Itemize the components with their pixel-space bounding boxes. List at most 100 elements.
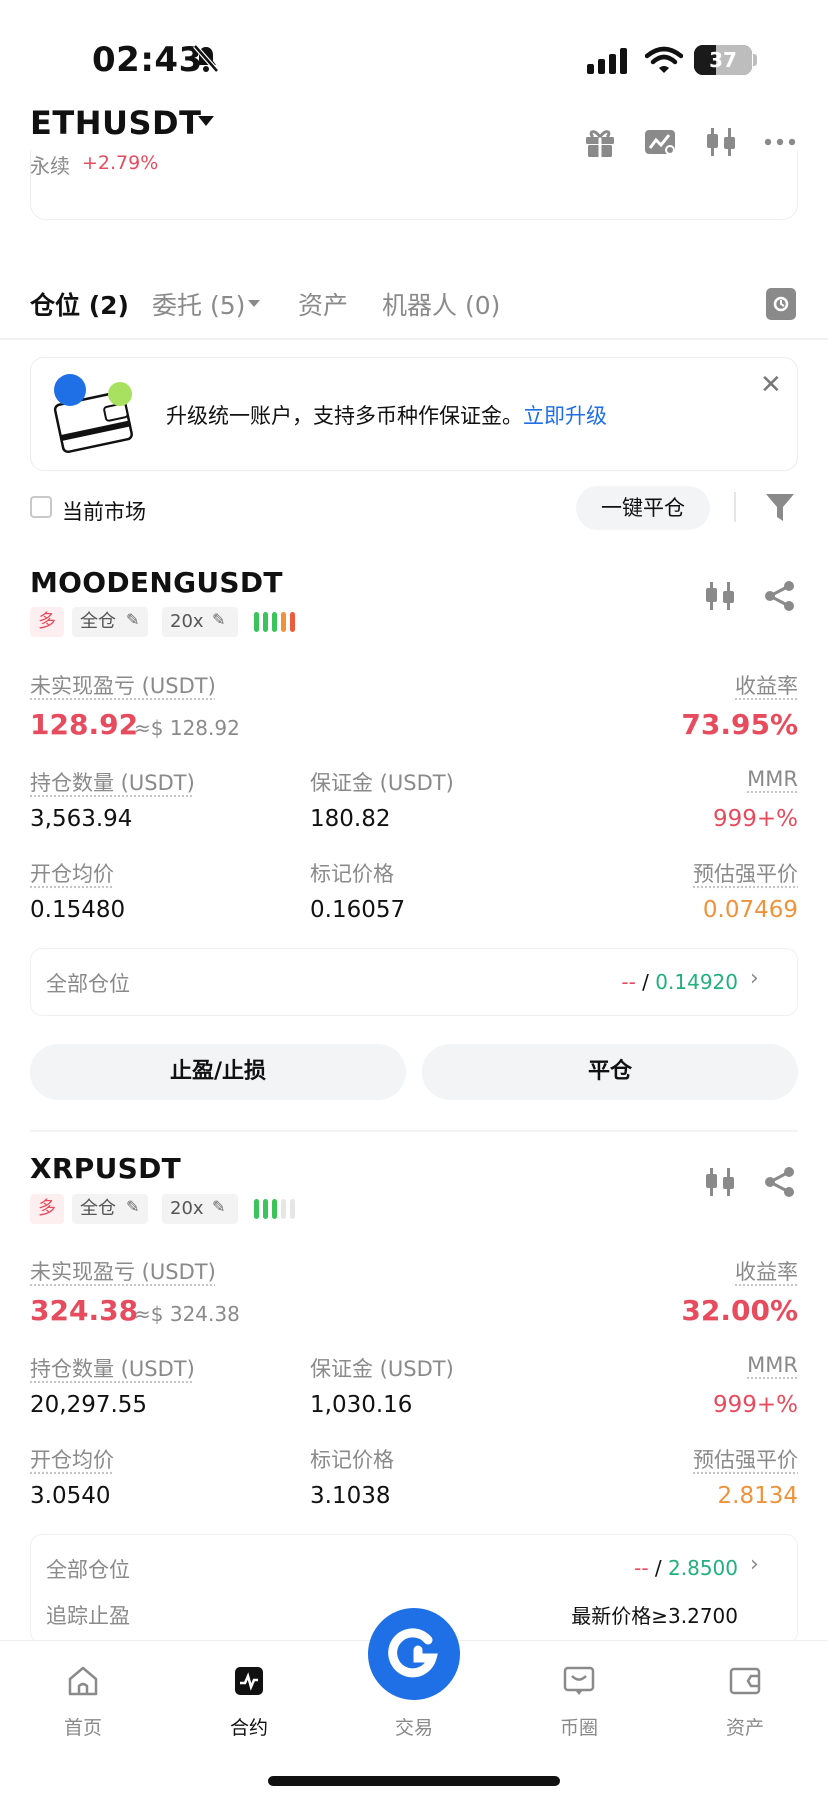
- candlestick-icon[interactable]: [703, 124, 739, 160]
- current-market-label: 当前市场: [62, 500, 146, 524]
- margin-mode-label: 全仓: [80, 1198, 116, 1219]
- more-icon[interactable]: [762, 124, 798, 160]
- side-tag: 多: [30, 607, 64, 637]
- tpsl-values: -- / 0.14920: [621, 970, 738, 994]
- risk-level-bars: [254, 612, 295, 632]
- risk-level-bars: [254, 1199, 295, 1219]
- margin-value: 180.82: [310, 806, 391, 832]
- tab-bots[interactable]: 机器人 (0): [382, 286, 500, 322]
- unrealized-pnl-label[interactable]: 未实现盈亏 (USDT): [30, 1256, 216, 1286]
- current-market-checkbox[interactable]: [30, 496, 52, 518]
- all-positions-label: 全部仓位: [46, 1558, 130, 1582]
- share-icon[interactable]: [762, 578, 798, 614]
- edit-icon[interactable]: ✎: [212, 1197, 225, 1216]
- home-indicator: [268, 1776, 560, 1786]
- tp-sl-button[interactable]: 止盈/止损: [30, 1044, 406, 1100]
- gift-icon[interactable]: [582, 124, 618, 160]
- battery-icon: 37: [694, 45, 752, 75]
- mark-price-value: 3.1038: [310, 1483, 391, 1509]
- trailing-tp-label: 追踪止盈: [46, 1604, 130, 1628]
- stop-loss-value: 2.8500: [668, 1556, 738, 1580]
- size-label[interactable]: 持仓数量 (USDT): [30, 767, 195, 797]
- chevron-right-icon[interactable]: ›: [750, 966, 759, 991]
- battery-tip: [753, 54, 757, 66]
- caret-down-icon[interactable]: [248, 300, 260, 307]
- size-value: 3,563.94: [30, 806, 133, 832]
- entry-price-label[interactable]: 开仓均价: [30, 858, 114, 888]
- wallet-icon[interactable]: [728, 1664, 762, 1698]
- share-icon[interactable]: [762, 1164, 798, 1200]
- history-document-icon[interactable]: [766, 288, 796, 320]
- cellular-signal-icon: [587, 48, 627, 74]
- tab-assets[interactable]: 资产: [298, 286, 348, 322]
- position-symbol[interactable]: XRPUSDT: [30, 1152, 181, 1185]
- caret-down-icon[interactable]: [198, 116, 214, 126]
- unrealized-pnl-value: 128.92: [30, 708, 139, 741]
- liq-price-label[interactable]: 预估强平价: [693, 858, 798, 888]
- roe-label[interactable]: 收益率: [735, 670, 798, 700]
- contract-type: 永续: [30, 154, 70, 178]
- bell-muted-icon: [193, 44, 219, 73]
- mark-price-label: 标记价格: [310, 1448, 394, 1472]
- unrealized-pnl-label[interactable]: 未实现盈亏 (USDT): [30, 670, 216, 700]
- stop-loss-value: 0.14920: [655, 970, 738, 994]
- chart-card-icon[interactable]: [642, 124, 678, 160]
- chevron-right-icon[interactable]: ›: [750, 1552, 759, 1577]
- tab-orders[interactable]: 委托 (5): [152, 286, 245, 322]
- upgrade-banner-text: 升级统一账户，支持多币种作保证金。立即升级: [166, 400, 607, 430]
- liq-price-value: 2.8134: [717, 1483, 798, 1509]
- leverage-label: 20x: [170, 1198, 204, 1219]
- pair-selector[interactable]: ETHUSDT: [30, 104, 201, 142]
- nav-futures[interactable]: 合约: [209, 1713, 289, 1740]
- position-symbol[interactable]: MOODENGUSDT: [30, 566, 283, 599]
- mmr-value: 999+%: [712, 806, 798, 832]
- candlestick-icon[interactable]: [702, 578, 738, 614]
- edit-icon[interactable]: ✎: [126, 1197, 139, 1216]
- edit-icon[interactable]: ✎: [126, 610, 139, 629]
- trailing-tp-value: 最新价格≥3.2700: [571, 1604, 738, 1628]
- entry-price-value: 3.0540: [30, 1483, 111, 1509]
- roe-value: 73.95%: [681, 708, 798, 741]
- battery-level: 37: [709, 48, 737, 72]
- unrealized-pnl-usd: ≈$ 128.92: [134, 716, 240, 740]
- upgrade-link[interactable]: 立即升级: [523, 404, 607, 428]
- status-time: 02:43: [92, 40, 203, 80]
- position-divider: [30, 1130, 798, 1132]
- tabs-divider: [0, 338, 828, 340]
- close-all-button[interactable]: 一键平仓: [576, 486, 710, 530]
- home-icon[interactable]: [66, 1664, 100, 1698]
- leverage-tag[interactable]: 20x: [162, 1194, 238, 1224]
- close-icon[interactable]: ✕: [760, 370, 782, 400]
- trade-button[interactable]: [368, 1608, 460, 1700]
- edit-icon[interactable]: ✎: [212, 610, 225, 629]
- nav-assets[interactable]: 资产: [705, 1713, 785, 1740]
- mark-price-value: 0.16057: [310, 897, 406, 923]
- size-label[interactable]: 持仓数量 (USDT): [30, 1353, 195, 1383]
- take-profit-value: --: [621, 970, 636, 994]
- nav-home[interactable]: 首页: [43, 1713, 123, 1740]
- futures-icon[interactable]: [232, 1664, 266, 1698]
- mmr-label[interactable]: MMR: [747, 767, 798, 791]
- unrealized-pnl-usd: ≈$ 324.38: [134, 1302, 240, 1326]
- divider: [734, 492, 736, 522]
- roe-label[interactable]: 收益率: [735, 1256, 798, 1286]
- entry-price-value: 0.15480: [30, 897, 126, 923]
- candlestick-icon[interactable]: [702, 1164, 738, 1200]
- leverage-tag[interactable]: 20x: [162, 607, 238, 637]
- price-change: +2.79%: [82, 152, 159, 174]
- mmr-value: 999+%: [712, 1392, 798, 1418]
- filter-icon[interactable]: [764, 490, 796, 524]
- feed-icon[interactable]: [562, 1664, 596, 1698]
- mmr-label[interactable]: MMR: [747, 1353, 798, 1377]
- liq-price-value: 0.07469: [702, 897, 798, 923]
- nav-trade[interactable]: 交易: [374, 1713, 454, 1740]
- side-tag: 多: [30, 1194, 64, 1224]
- nav-feed[interactable]: 币圈: [539, 1713, 619, 1740]
- margin-label: 保证金 (USDT): [310, 771, 454, 795]
- tab-positions[interactable]: 仓位 (2): [30, 286, 129, 322]
- close-position-button[interactable]: 平仓: [422, 1044, 798, 1100]
- liq-price-label[interactable]: 预估强平价: [693, 1444, 798, 1474]
- status-bar: 02:43 37: [0, 0, 828, 110]
- all-positions-label: 全部仓位: [46, 972, 130, 996]
- entry-price-label[interactable]: 开仓均价: [30, 1444, 114, 1474]
